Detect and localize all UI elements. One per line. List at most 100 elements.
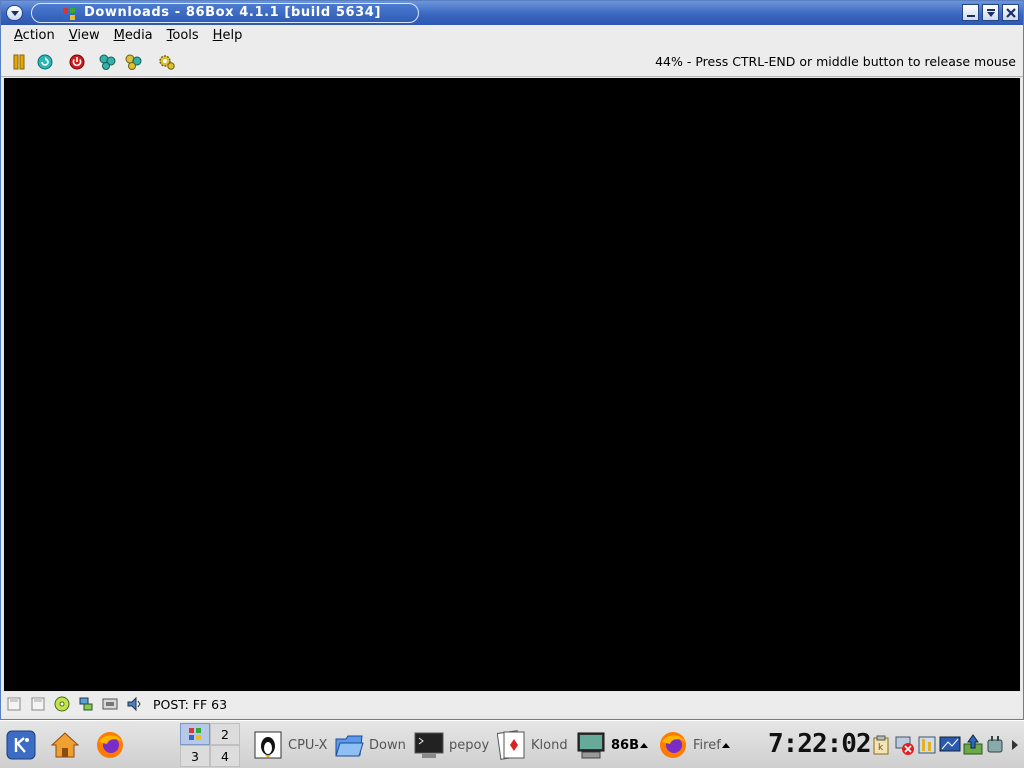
task-label: Klond (531, 737, 568, 753)
task-terminal[interactable]: pepoy (414, 725, 492, 765)
hdd-icon (79, 697, 93, 711)
window-controls (962, 4, 1019, 21)
cdrom-icon (54, 696, 70, 712)
cards-icon (496, 730, 526, 760)
maximize-icon (986, 8, 995, 17)
klipper-icon: k (873, 735, 889, 755)
desktop-4[interactable]: 4 (210, 745, 240, 767)
menu-bar: Action View Media Tools Help (1, 25, 1023, 47)
menu-help-label: elp (222, 28, 243, 43)
firefox-launcher[interactable] (94, 729, 126, 761)
group-arrow-icon (721, 742, 730, 748)
task-86box[interactable]: 86B (576, 725, 656, 765)
maximize-button[interactable] (982, 4, 999, 21)
title-pill: Downloads - 86Box 4.1.1 [build 5634] (31, 3, 419, 23)
kde-menu-button[interactable] (5, 729, 37, 761)
task-label: 86B (611, 737, 639, 753)
firefox-icon (97, 732, 123, 758)
close-icon (1005, 7, 1016, 18)
settings-icon (159, 55, 175, 70)
floppy-b-button[interactable] (29, 696, 47, 712)
window-title: Downloads - 86Box 4.1.1 [build 5634] (84, 5, 381, 20)
cdrom-button[interactable] (53, 696, 71, 712)
86box-icon (189, 728, 201, 740)
86box-icon (576, 730, 606, 760)
menu-tools[interactable]: Tools (160, 26, 206, 46)
network-error-icon (895, 736, 914, 755)
floppy-a-button[interactable] (5, 696, 23, 712)
emulated-display[interactable] (4, 78, 1020, 691)
home-icon (50, 732, 80, 758)
window-menu-button[interactable] (6, 5, 23, 21)
menu-help[interactable]: Help (206, 26, 250, 46)
tray-kmix[interactable] (916, 733, 938, 757)
menu-view-label: iew (77, 28, 100, 43)
menu-action-label: ction (22, 28, 55, 43)
title-bar[interactable]: Downloads - 86Box 4.1.1 [build 5634] (1, 1, 1023, 25)
task-cpu-x[interactable]: CPU-X (253, 725, 331, 765)
86box-icon (63, 8, 75, 20)
post-code: POST: FF 63 (153, 696, 228, 712)
ctrl-alt-del-icon (99, 54, 116, 70)
desktop-1[interactable] (180, 723, 210, 745)
menu-tools-label: ools (172, 28, 199, 43)
svg-text:k: k (878, 743, 884, 753)
mouse-capture-status: 44% - Press CTRL-END or middle button to… (655, 54, 1016, 69)
desktop-3[interactable]: 3 (180, 745, 210, 767)
chevron-down-icon (10, 11, 19, 16)
sound-button[interactable] (125, 696, 143, 712)
desktop-2[interactable]: 2 (210, 723, 240, 745)
minimize-icon (966, 14, 975, 17)
pause-icon (13, 54, 25, 70)
task-klondike[interactable]: Klond (496, 725, 570, 765)
menu-action[interactable]: Action (7, 26, 62, 46)
taskbar: 2 3 4 CPU-X Down pepoy Klond 86B Firef 7… (0, 720, 1024, 768)
menu-help-accel: H (212, 28, 223, 43)
tray-power[interactable] (984, 733, 1006, 757)
tux-icon (253, 730, 283, 760)
reset-button[interactable] (36, 53, 54, 71)
update-icon (963, 734, 983, 755)
minimize-button[interactable] (962, 4, 979, 21)
floppy-a-icon (7, 697, 21, 711)
status-bar: POST: FF 63 (1, 692, 1023, 716)
task-label: Down (369, 737, 406, 753)
pause-button[interactable] (10, 53, 28, 71)
ctrl-alt-esc-button[interactable] (125, 53, 143, 71)
reset-icon (37, 54, 53, 70)
floppy-b-icon (31, 697, 45, 711)
menu-media[interactable]: Media (107, 26, 160, 46)
kmix-icon (918, 736, 936, 754)
sound-icon (127, 696, 141, 712)
emulator-window: Downloads - 86Box 4.1.1 [build 5634] Act… (0, 0, 1024, 720)
hdd-button[interactable] (77, 696, 95, 712)
firefox-icon (658, 730, 688, 760)
task-firefox[interactable]: Firef (658, 725, 738, 765)
tray-klipper[interactable]: k (870, 733, 892, 757)
ctrl-alt-del-button[interactable] (99, 53, 117, 71)
clock[interactable]: 7:22:02 (768, 729, 872, 759)
tray-expand-button[interactable] (1008, 733, 1022, 757)
network-button[interactable] (101, 696, 119, 712)
settings-button[interactable] (158, 53, 176, 71)
network-icon (102, 698, 118, 710)
tray-update[interactable] (962, 733, 984, 757)
toolbar: 44% - Press CTRL-END or middle button to… (1, 47, 1023, 77)
folder-icon (334, 730, 364, 760)
ctrl-alt-esc-icon (125, 54, 142, 70)
power-button[interactable] (68, 53, 86, 71)
menu-media-accel: M (113, 28, 125, 43)
menu-view[interactable]: View (62, 26, 107, 46)
close-button[interactable] (1002, 4, 1019, 21)
power-icon (69, 54, 85, 70)
chevron-right-icon (1012, 740, 1018, 750)
menu-action-accel: A (14, 28, 23, 43)
home-launcher[interactable] (49, 729, 81, 761)
tray-display[interactable] (939, 733, 961, 757)
task-label: CPU-X (288, 737, 328, 753)
tray-network[interactable] (894, 733, 916, 757)
menu-media-label: edia (124, 28, 153, 43)
task-downloads[interactable]: Down (334, 725, 410, 765)
display-icon (939, 736, 961, 752)
terminal-icon (414, 730, 444, 760)
